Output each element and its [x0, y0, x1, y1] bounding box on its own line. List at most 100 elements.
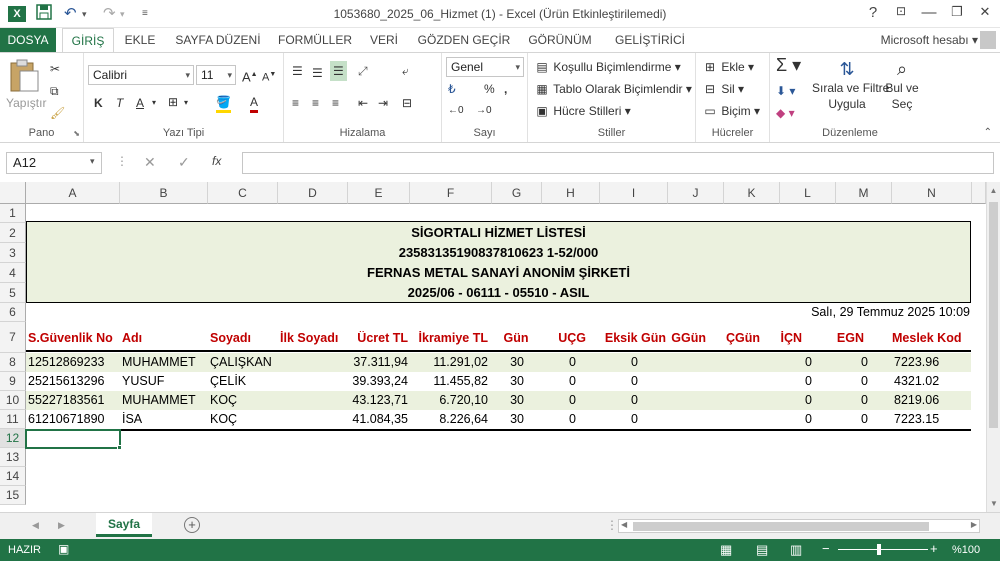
- normal-view-icon[interactable]: ▦: [720, 542, 732, 558]
- paste-icon[interactable]: [8, 59, 44, 95]
- insert-cells-button[interactable]: ⊞ Ekle ▾: [702, 59, 754, 75]
- paste-button[interactable]: Yapıştır: [6, 95, 46, 111]
- column-header[interactable]: F: [410, 182, 492, 204]
- row-header[interactable]: 3: [0, 243, 26, 263]
- scroll-left-icon[interactable]: ◀: [621, 520, 627, 529]
- macro-record-icon[interactable]: ▣: [58, 542, 69, 556]
- delete-cells-button[interactable]: ⊟ Sil ▾: [702, 81, 744, 97]
- scroll-down-icon[interactable]: ▼: [987, 499, 1000, 508]
- formula-input[interactable]: [242, 152, 994, 174]
- chevron-down-icon[interactable]: ▾: [184, 95, 188, 111]
- grow-font-icon[interactable]: A▲: [242, 67, 258, 85]
- fill-icon[interactable]: ⬇ ▾: [776, 83, 795, 99]
- tab-developer[interactable]: GELİŞTİRİCİ: [606, 28, 694, 53]
- align-top-icon[interactable]: ☰: [292, 63, 303, 79]
- insert-function-button[interactable]: fx: [212, 154, 221, 168]
- scrollbar-thumb[interactable]: [989, 202, 998, 428]
- worksheet-grid[interactable]: A B C D E F G H I J K L M N 1 2 3 4 5 6 …: [0, 182, 1000, 512]
- horizontal-scrollbar[interactable]: ◀ ▶: [618, 519, 980, 533]
- row-header[interactable]: 10: [0, 391, 26, 410]
- row-header[interactable]: 8: [0, 353, 26, 372]
- align-middle-icon[interactable]: ☰: [312, 65, 323, 81]
- page-break-view-icon[interactable]: ▥: [790, 542, 802, 558]
- borders-icon[interactable]: ⊞: [168, 94, 178, 110]
- increase-decimal-icon[interactable]: ←0: [448, 103, 464, 119]
- row-header[interactable]: 14: [0, 467, 26, 486]
- sort-filter-button[interactable]: ⇅ Sırala ve Filtre Uygula: [812, 59, 889, 112]
- sheet-tab[interactable]: Sayfa: [96, 513, 152, 537]
- row-header[interactable]: 9: [0, 372, 26, 391]
- vertical-scrollbar[interactable]: ▲ ▼: [986, 182, 1000, 512]
- wrap-text-icon[interactable]: ⤶: [402, 63, 409, 79]
- add-sheet-icon[interactable]: +: [184, 517, 200, 533]
- fill-color-icon[interactable]: 🪣: [216, 94, 231, 113]
- select-all-corner[interactable]: [0, 182, 26, 204]
- chevron-down-icon[interactable]: ▾: [152, 95, 156, 111]
- close-button[interactable]: ✕: [974, 4, 996, 20]
- prev-sheet-icon[interactable]: ◀: [32, 520, 39, 531]
- column-header[interactable]: G: [492, 182, 542, 204]
- zoom-slider[interactable]: [838, 549, 928, 550]
- font-size-combo[interactable]: 11 ▾: [196, 65, 236, 85]
- zoom-out-button[interactable]: −: [822, 541, 830, 556]
- row-header[interactable]: 12: [0, 429, 26, 448]
- column-header[interactable]: H: [542, 182, 600, 204]
- zoom-level[interactable]: %100: [952, 544, 980, 556]
- column-header[interactable]: K: [724, 182, 780, 204]
- cut-icon[interactable]: ✂: [50, 61, 60, 77]
- tab-formulas[interactable]: FORMÜLLER: [272, 28, 358, 53]
- ribbon-display-icon[interactable]: ⊡: [890, 4, 912, 18]
- row-header[interactable]: 13: [0, 448, 26, 467]
- comma-style-icon[interactable]: ,: [504, 81, 507, 97]
- decrease-decimal-icon[interactable]: →0: [476, 103, 492, 119]
- column-header[interactable]: A: [26, 182, 120, 204]
- tab-view[interactable]: GÖRÜNÜM: [520, 28, 600, 53]
- align-center-icon[interactable]: ≡: [312, 95, 319, 111]
- italic-button[interactable]: T: [116, 95, 123, 111]
- row-header[interactable]: 11: [0, 410, 26, 429]
- tab-data[interactable]: VERİ: [362, 28, 406, 53]
- zoom-in-button[interactable]: +: [930, 541, 938, 556]
- copy-icon[interactable]: ⧉: [50, 83, 59, 99]
- align-bottom-icon[interactable]: ☰: [330, 61, 347, 81]
- find-select-button[interactable]: ⌕ Bul ve Seç: [880, 59, 924, 112]
- column-header[interactable]: C: [208, 182, 278, 204]
- column-header[interactable]: D: [278, 182, 348, 204]
- chevron-down-icon[interactable]: ▾: [90, 156, 95, 167]
- align-left-icon[interactable]: ≡: [292, 95, 299, 111]
- shrink-font-icon[interactable]: A▼: [262, 67, 276, 86]
- next-sheet-icon[interactable]: ▶: [58, 520, 65, 531]
- format-cells-button[interactable]: ▭ Biçim ▾: [702, 103, 760, 119]
- minimize-button[interactable]: —: [918, 4, 940, 21]
- autosum-icon[interactable]: Σ ▾: [776, 56, 801, 74]
- fill-handle[interactable]: [117, 445, 122, 450]
- merge-center-icon[interactable]: ⊟: [402, 95, 412, 111]
- row-header[interactable]: 4: [0, 263, 26, 283]
- column-header[interactable]: N: [892, 182, 972, 204]
- row-header[interactable]: 5: [0, 283, 26, 303]
- font-color-icon[interactable]: A: [250, 94, 259, 113]
- tab-page-layout[interactable]: SAYFA DÜZENİ: [168, 28, 268, 53]
- tab-home[interactable]: GİRİŞ: [62, 28, 114, 53]
- help-button[interactable]: ?: [862, 4, 884, 21]
- restore-button[interactable]: ❐: [946, 4, 968, 20]
- row-header[interactable]: 7: [0, 322, 26, 353]
- account-button[interactable]: Microsoft hesabı ▾: [881, 33, 978, 47]
- format-as-table-button[interactable]: ▦ Tablo Olarak Biçimlendir ▾: [534, 81, 692, 97]
- row-header[interactable]: 2: [0, 223, 26, 243]
- clear-icon[interactable]: ◆ ▾: [776, 105, 795, 121]
- scrollbar-thumb[interactable]: [633, 522, 929, 531]
- column-header[interactable]: E: [348, 182, 410, 204]
- increase-indent-icon[interactable]: ⇥: [378, 95, 388, 111]
- dialog-launcher-icon[interactable]: ⬊: [73, 129, 80, 138]
- enter-icon[interactable]: ✓: [178, 154, 190, 171]
- name-box[interactable]: A12: [6, 152, 102, 174]
- column-header[interactable]: I: [600, 182, 668, 204]
- collapse-ribbon-icon[interactable]: ⌃: [984, 127, 992, 138]
- decrease-indent-icon[interactable]: ⇤: [358, 95, 368, 111]
- bold-button[interactable]: K: [94, 95, 103, 111]
- tab-file[interactable]: DOSYA: [0, 28, 56, 53]
- tab-insert[interactable]: EKLE: [118, 28, 162, 53]
- underline-button[interactable]: A: [136, 95, 144, 111]
- format-painter-icon[interactable]: 🖌: [50, 105, 65, 121]
